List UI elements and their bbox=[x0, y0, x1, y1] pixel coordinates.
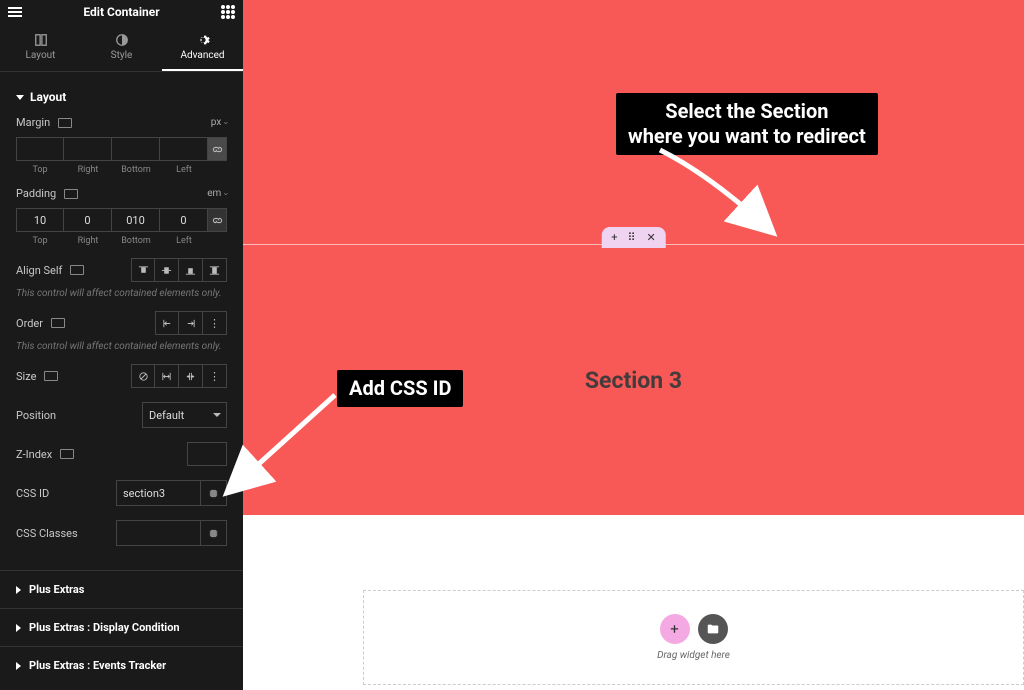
annotation-add-cssid: Add CSS ID bbox=[337, 370, 463, 407]
tab-advanced-label: Advanced bbox=[180, 50, 224, 61]
padding-right-sublabel: Right bbox=[64, 236, 112, 246]
add-widget-button[interactable]: + bbox=[660, 614, 690, 644]
responsive-icon[interactable] bbox=[70, 265, 84, 275]
order-last-button[interactable] bbox=[179, 311, 203, 335]
margin-top-sublabel: Top bbox=[16, 165, 64, 175]
align-self-label: Align Self bbox=[16, 264, 62, 277]
padding-left-sublabel: Left bbox=[160, 236, 208, 246]
cssid-dynamic-button[interactable] bbox=[201, 480, 227, 506]
accordion-plus-extras-label: Plus Extras bbox=[29, 583, 84, 596]
margin-right-sublabel: Right bbox=[64, 165, 112, 175]
padding-label: Padding bbox=[16, 187, 56, 200]
order-more-button[interactable]: ⋮ bbox=[203, 311, 227, 335]
align-start-button[interactable] bbox=[131, 258, 155, 282]
padding-top-sublabel: Top bbox=[16, 236, 64, 246]
responsive-icon[interactable] bbox=[64, 189, 78, 199]
section-add-button[interactable]: + bbox=[611, 231, 617, 244]
accordion-display-condition[interactable]: Plus Extras : Display Condition bbox=[0, 608, 243, 646]
align-self-hint: This control will affect contained eleme… bbox=[16, 288, 227, 299]
size-grow-button[interactable] bbox=[155, 364, 179, 388]
responsive-icon[interactable] bbox=[58, 118, 72, 128]
size-label: Size bbox=[16, 370, 36, 383]
panel-title: Edit Container bbox=[83, 5, 159, 19]
accordion-display-condition-label: Plus Extras : Display Condition bbox=[29, 621, 180, 634]
order-first-button[interactable] bbox=[155, 311, 179, 335]
widget-drop-area[interactable]: + Drag widget here bbox=[363, 590, 1024, 685]
section-handle: + ⠿ ✕ bbox=[601, 227, 666, 248]
order-hint: This control will affect contained eleme… bbox=[16, 341, 227, 352]
menu-icon[interactable] bbox=[8, 7, 22, 17]
advanced-panel: Layout Margin px Top R bbox=[0, 72, 243, 570]
margin-link-button[interactable] bbox=[208, 137, 227, 161]
section-layout-title: Layout bbox=[30, 90, 66, 104]
padding-right-input[interactable] bbox=[64, 208, 112, 232]
editor-sidebar: Edit Container Layout Style Advanced Lay… bbox=[0, 0, 243, 690]
caret-right-icon bbox=[16, 586, 21, 594]
accordion-events-tracker[interactable]: Plus Extras : Events Tracker bbox=[0, 646, 243, 684]
responsive-icon[interactable] bbox=[44, 371, 58, 381]
position-select[interactable]: Default bbox=[142, 402, 227, 428]
padding-unit-select[interactable]: em bbox=[207, 188, 227, 199]
section-layout-toggle[interactable]: Layout bbox=[16, 90, 227, 104]
accordion-events-tracker-label: Plus Extras : Events Tracker bbox=[29, 659, 166, 672]
panel-tabs: Layout Style Advanced bbox=[0, 24, 243, 72]
cssclasses-dynamic-button[interactable] bbox=[201, 520, 227, 546]
align-end-button[interactable] bbox=[179, 258, 203, 282]
padding-bottom-input[interactable] bbox=[112, 208, 160, 232]
sidebar-header: Edit Container bbox=[0, 0, 243, 24]
margin-bottom-sublabel: Bottom bbox=[112, 165, 160, 175]
tab-layout[interactable]: Layout bbox=[0, 24, 81, 71]
cssclasses-label: CSS Classes bbox=[16, 527, 78, 540]
widgets-grid-icon[interactable] bbox=[221, 5, 235, 19]
margin-left-sublabel: Left bbox=[160, 165, 208, 175]
size-more-button[interactable]: ⋮ bbox=[203, 364, 227, 388]
tab-style[interactable]: Style bbox=[81, 24, 162, 71]
margin-left-input[interactable] bbox=[160, 137, 208, 161]
size-none-button[interactable] bbox=[131, 364, 155, 388]
zindex-label: Z-Index bbox=[16, 448, 52, 461]
tab-style-label: Style bbox=[111, 50, 133, 61]
cssid-input[interactable] bbox=[116, 480, 201, 506]
size-shrink-button[interactable] bbox=[179, 364, 203, 388]
margin-top-input[interactable] bbox=[16, 137, 64, 161]
margin-right-input[interactable] bbox=[64, 137, 112, 161]
responsive-icon[interactable] bbox=[51, 318, 65, 328]
align-stretch-button[interactable] bbox=[203, 258, 227, 282]
order-label: Order bbox=[16, 317, 43, 330]
accordion-plus-extras[interactable]: Plus Extras bbox=[0, 570, 243, 608]
section-3-title: Section 3 bbox=[585, 367, 682, 394]
caret-down-icon bbox=[16, 95, 24, 100]
caret-right-icon bbox=[16, 662, 21, 670]
padding-bottom-sublabel: Bottom bbox=[112, 236, 160, 246]
tab-layout-label: Layout bbox=[26, 50, 56, 61]
folder-widget-button[interactable] bbox=[698, 614, 728, 644]
align-self-button-group bbox=[131, 258, 227, 282]
position-label: Position bbox=[16, 409, 56, 422]
margin-bottom-input[interactable] bbox=[112, 137, 160, 161]
zindex-input[interactable] bbox=[187, 442, 227, 466]
responsive-icon[interactable] bbox=[60, 449, 74, 459]
tab-advanced[interactable]: Advanced bbox=[162, 24, 243, 71]
padding-top-input[interactable] bbox=[16, 208, 64, 232]
caret-right-icon bbox=[16, 624, 21, 632]
cssclasses-input[interactable] bbox=[116, 520, 201, 546]
section-drag-handle[interactable]: ⠿ bbox=[627, 231, 636, 244]
section-close-button[interactable]: ✕ bbox=[647, 231, 656, 244]
margin-unit-select[interactable]: px bbox=[211, 117, 227, 128]
margin-label: Margin bbox=[16, 116, 50, 129]
align-center-button[interactable] bbox=[155, 258, 179, 282]
annotation-select-section: Select the Sectionwhere you want to redi… bbox=[616, 93, 878, 155]
padding-link-button[interactable] bbox=[208, 208, 227, 232]
padding-left-input[interactable] bbox=[160, 208, 208, 232]
cssid-label: CSS ID bbox=[16, 487, 49, 500]
drop-area-label: Drag widget here bbox=[657, 650, 730, 661]
